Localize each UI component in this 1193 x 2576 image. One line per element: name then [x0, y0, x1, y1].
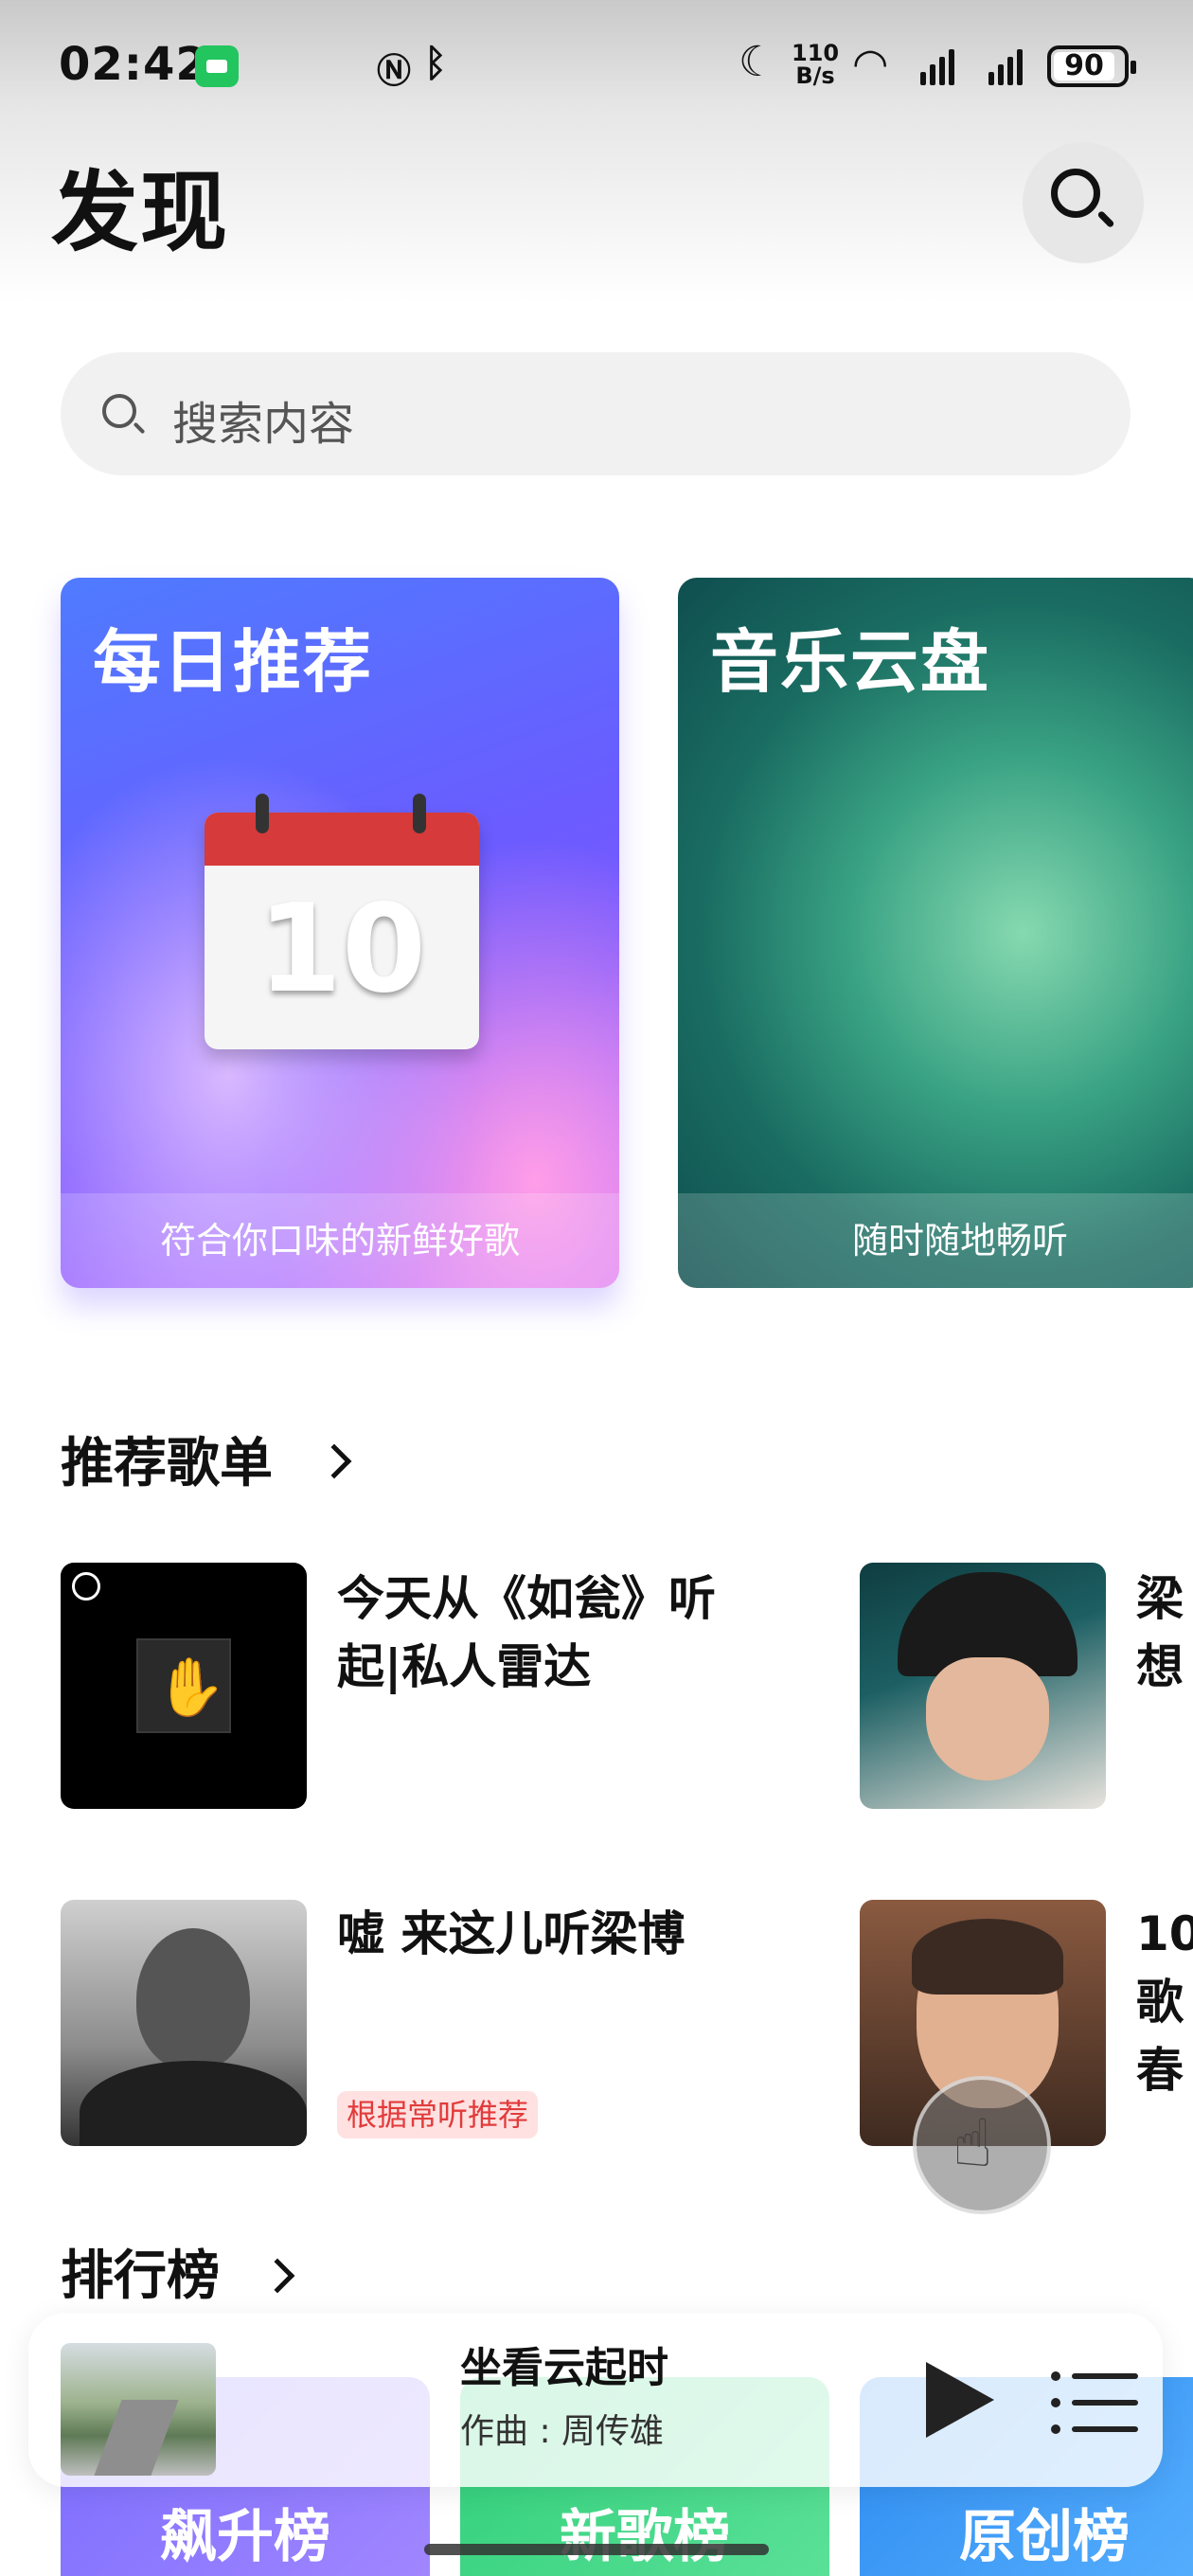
- chart-tile-label: 新歌榜: [560, 2504, 730, 2570]
- home-indicator[interactable]: [424, 2544, 769, 2555]
- playlist-title[interactable]: 10 歌 春: [1136, 1900, 1193, 2104]
- playlist-title-line: 春: [1136, 2043, 1184, 2098]
- recommend-reason-badge: 根据常听推荐: [337, 2091, 539, 2138]
- nfc-icon: Ⓝ: [377, 52, 412, 91]
- chevron-right-icon[interactable]: [259, 2258, 295, 2294]
- chart-tile-label: 飙升榜: [160, 2504, 330, 2570]
- playlist-cover[interactable]: [61, 1563, 307, 1809]
- mini-player[interactable]: 坐看云起时 作曲 : 周传雄: [28, 2313, 1163, 2487]
- page-title: 发现: [51, 162, 230, 263]
- playlist-title-line: 歌: [1136, 1975, 1184, 2030]
- music-cloud-card[interactable]: 音乐云盘 随时随地畅听: [678, 578, 1193, 1288]
- bluetooth-icon: ᛒ: [424, 42, 447, 85]
- chevron-right-icon[interactable]: [316, 1443, 352, 1479]
- notification-app-icon: [195, 45, 239, 87]
- status-bar: 02:42 Ⓝ ᛒ ☾ 110 B/s ◠ 90: [0, 0, 1193, 133]
- music-cloud-subtitle: 随时随地畅听: [851, 1220, 1068, 1261]
- playlist-title[interactable]: 梁 想: [1136, 1565, 1184, 1701]
- now-playing-subtitle: 作曲 : 周传雄: [460, 2412, 665, 2451]
- calendar-day: 10: [257, 879, 427, 1020]
- search-icon: [102, 394, 136, 428]
- play-icon[interactable]: [926, 2362, 994, 2438]
- hand-pointer-icon: ☝: [953, 2104, 993, 2182]
- battery-level: 90: [1054, 52, 1114, 80]
- app-logo-icon: [72, 1572, 100, 1601]
- playlist-title-line: 10: [1136, 1906, 1193, 1961]
- search-input[interactable]: 搜索内容: [61, 352, 1131, 475]
- status-time: 02:42: [59, 38, 208, 91]
- network-speed-unit: B/s: [795, 63, 835, 89]
- chart-tile-label: 原创榜: [959, 2504, 1130, 2570]
- playlist-title[interactable]: 嘘 来这儿听梁博: [337, 1900, 685, 1968]
- signal-icon-2: [988, 47, 1023, 85]
- playlist-title[interactable]: 今天从《如瓮》听 起|私人雷达: [337, 1565, 716, 1701]
- daily-recommend-subtitle: 符合你口味的新鲜好歌: [159, 1220, 520, 1261]
- touch-indicator: ☝: [913, 2076, 1051, 2214]
- playlist-title-line: 起|私人雷达: [337, 1639, 592, 1694]
- music-cloud-title: 音乐云盘: [710, 622, 991, 702]
- playlist-cover[interactable]: [860, 1563, 1106, 1809]
- now-playing-title: 坐看云起时: [460, 2344, 668, 2392]
- playlist-title-line: 想: [1136, 1639, 1184, 1694]
- calendar-icon: 10: [199, 794, 483, 1051]
- now-playing-cover[interactable]: [61, 2343, 216, 2476]
- playlist-queue-icon[interactable]: [1051, 2370, 1142, 2436]
- daily-recommend-card[interactable]: 每日推荐 10 符合你口味的新鲜好歌: [61, 578, 619, 1288]
- battery-icon: 90: [1047, 45, 1136, 87]
- daily-recommend-title: 每日推荐: [93, 622, 374, 702]
- playlist-title-line: 梁: [1136, 1571, 1184, 1626]
- hand-image: [136, 1638, 231, 1733]
- playlist-title-line: 嘘 来这儿听梁博: [337, 1906, 686, 1961]
- search-button[interactable]: [1023, 142, 1144, 263]
- do-not-disturb-icon: ☾: [739, 38, 776, 86]
- network-speed: 110 B/s: [792, 42, 839, 87]
- search-placeholder: 搜索内容: [172, 398, 355, 451]
- playlists-section-title[interactable]: 推荐歌单: [61, 1421, 273, 1497]
- search-icon: [1051, 169, 1100, 218]
- wifi-icon: ◠: [852, 40, 889, 88]
- charts-section-title[interactable]: 排行榜: [61, 2233, 220, 2310]
- playlist-title-line: 今天从《如瓮》听: [337, 1571, 716, 1626]
- playlist-cover[interactable]: [61, 1900, 307, 2146]
- signal-icon: [920, 47, 954, 85]
- network-speed-value: 110: [792, 40, 840, 66]
